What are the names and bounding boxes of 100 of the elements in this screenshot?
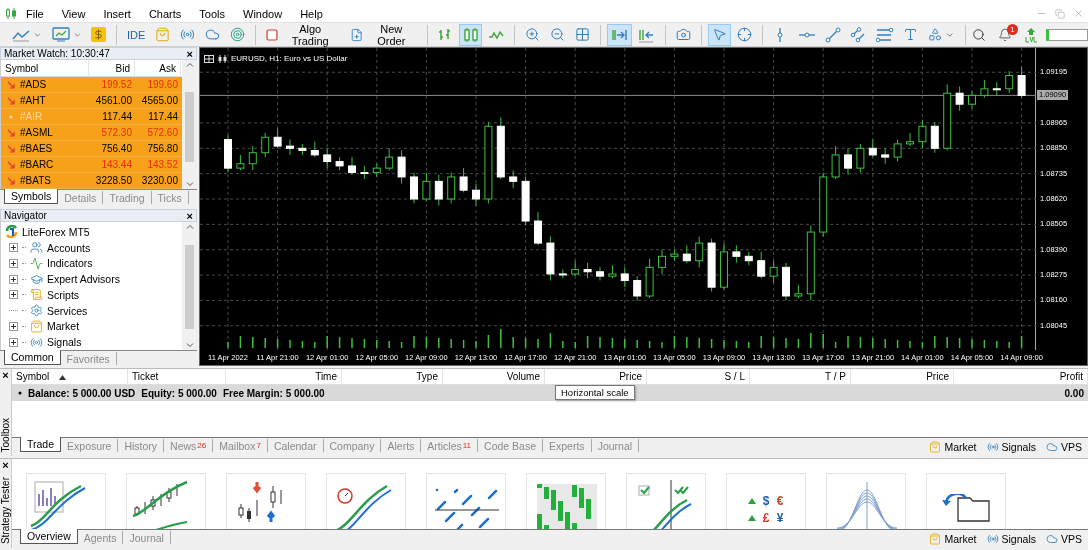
bid-price: 572.30 [100,127,133,138]
tester-tile[interactable] [926,473,1006,529]
close-icon [1073,8,1084,19]
close-button[interactable]: × [186,48,193,59]
tree-item[interactable]: Indicators [1,255,182,272]
symbol-row[interactable]: #ASML 572.30 572.60 [1,125,182,141]
tree-item[interactable]: Accounts [1,239,182,256]
menu-item[interactable]: Tools [190,6,234,21]
expand-icon[interactable] [9,243,18,253]
ask-price: 4565.00 [140,95,179,106]
candlestick [633,275,642,301]
scroll-down-icon [185,182,194,187]
close-button[interactable]: × [2,370,9,380]
tree-item[interactable]: Scripts [1,287,182,303]
ask-price: 199.60 [146,79,179,90]
ide-button[interactable]: IDE [123,23,149,46]
symbol-row[interactable]: #BATS 3228.50 3230.00 [1,173,182,189]
scroll-up-icon [185,62,194,67]
candlestick [534,211,542,246]
bag-icon [929,532,942,545]
ask-price: 3230.00 [140,175,179,186]
candlestick [410,172,418,204]
expand-icon[interactable] [9,258,18,268]
tab[interactable]: Trade [20,437,62,452]
candlestick [385,147,394,171]
link[interactable]: Market [929,532,977,545]
symbol-name: #BARC [20,159,54,170]
candlestick-button[interactable] [459,23,483,46]
count-label: 11 [462,441,472,450]
autoscroll-button[interactable] [606,23,632,46]
expand-icon[interactable] [9,321,18,331]
bid-price: 199.52 [100,79,133,90]
scrollbar[interactable] [182,222,197,350]
tab[interactable]: Common [4,350,61,365]
profit-value: 0.00 [1064,387,1084,399]
count-label: 26 [197,441,207,450]
signal-icon [179,27,195,42]
currency-symbol: $ [762,493,770,508]
bell-icon [998,27,1012,42]
symbol-row[interactable]: #ADS 199.52 199.60 [1,77,182,93]
symbol-name: #AIR [20,111,43,122]
tab[interactable]: Symbols [4,189,59,204]
panel-title: Navigator [4,210,47,221]
close-button[interactable]: × [186,210,193,221]
tree-item[interactable]: Signals [1,334,182,350]
bid-price: 3228.50 [94,175,133,186]
candlestick [273,127,282,149]
candlestick [261,132,270,158]
link[interactable]: VPS [1046,532,1082,545]
signal-icon [986,532,999,545]
tester-tile[interactable]: $ € £ ¥ [726,473,806,529]
users-icon [30,241,43,255]
menu-item[interactable]: Window [234,6,292,21]
link[interactable]: Signals [986,532,1036,545]
symbol-row[interactable]: #BARC 143.44 143.52 [1,157,182,173]
link[interactable]: VPS [1046,440,1082,453]
tree-item[interactable]: LiteForex MT5 [1,224,182,240]
tree-item[interactable]: Expert Advisors [1,271,182,287]
shapes-icon [928,27,943,42]
ask-price: 117.44 [147,111,179,122]
expand-icon[interactable] [9,274,18,284]
candlestick [596,266,604,282]
cloud-icon [1046,440,1058,453]
chart-panel[interactable] [199,47,1088,366]
candlestick [955,86,964,112]
menu-item[interactable]: File [17,6,53,21]
algo-trading-button[interactable]: Algo Trading [261,23,344,46]
candlestick [757,251,766,279]
candlestick [286,138,294,156]
expand-icon[interactable] [9,337,18,347]
menu-item[interactable]: Insert [94,6,140,21]
menu-item[interactable]: View [52,6,95,21]
crosshair-icon [737,27,752,42]
link[interactable]: Market [929,440,977,453]
gear-icon [30,304,43,318]
graduation-cap-icon [30,272,43,286]
notification-badge: 1 [1007,23,1018,35]
cursor-button[interactable] [708,23,731,46]
notifications-button[interactable]: 1 [994,23,1016,46]
close-button[interactable]: × [2,460,9,470]
symbol-row[interactable]: #BAES 756.40 756.80 [1,141,182,157]
currency-symbol: £ [762,510,770,525]
new-order-button[interactable]: New Order [345,23,421,46]
tree-item[interactable]: Market [1,318,182,335]
tree-item[interactable]: Services [1,302,182,319]
bid-price: 4561.00 [94,95,133,106]
scroll-up-icon [185,224,194,229]
candlestick [769,260,778,284]
expand-icon[interactable] [9,290,18,300]
candlestick [918,119,927,149]
candlestick [248,145,257,171]
panel-title: Market Watch: 10:30:47 [4,48,110,59]
menu-item[interactable]: Help [291,6,332,21]
tab[interactable]: Overview [20,529,78,544]
down-arrow-icon [7,176,15,185]
down-arrow-icon [7,80,15,89]
symbol-row[interactable]: #AHT 4561.00 4565.00 [1,93,182,109]
menu-item[interactable]: Charts [139,6,191,21]
link[interactable]: Signals [986,440,1036,453]
scrollbar[interactable] [182,60,197,189]
